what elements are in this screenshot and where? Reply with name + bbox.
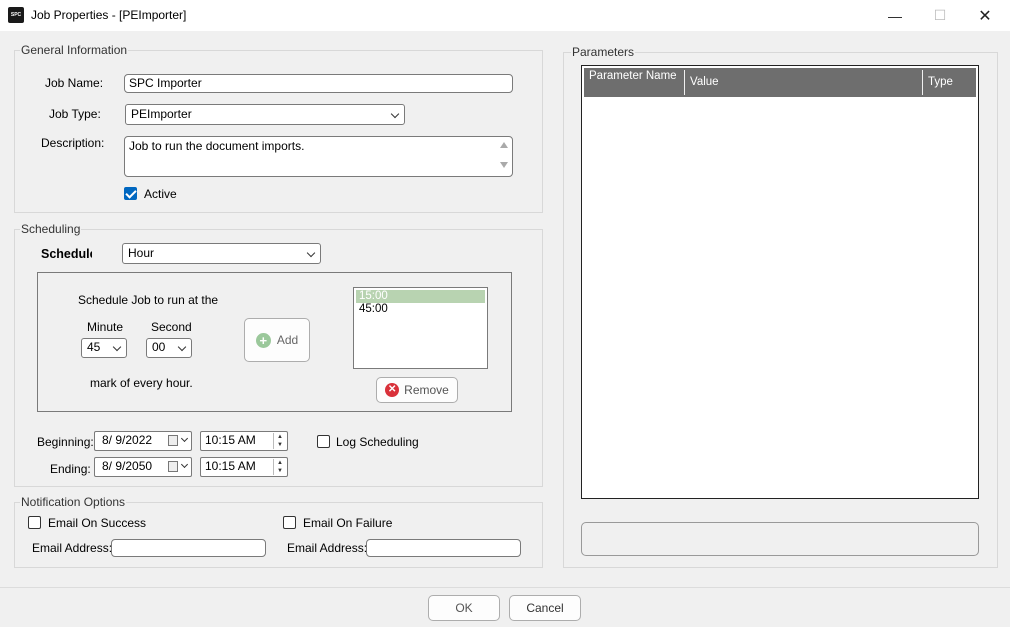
notification-group	[14, 502, 543, 568]
description-label: Description:	[41, 136, 105, 150]
column-header-value[interactable]: Value	[690, 76, 719, 88]
job-name-input[interactable]: SPC Importer	[124, 74, 513, 93]
column-header-type[interactable]: Type	[928, 76, 953, 88]
column-header-parameter-name[interactable]: Parameter Name	[589, 70, 679, 82]
second-value: 00	[152, 340, 166, 354]
maximize-button: ☐	[917, 0, 963, 31]
times-listbox[interactable]: 15:00 45:00	[353, 287, 488, 369]
spin-buttons-icon[interactable]: ▲ ▼	[273, 433, 286, 449]
active-checkbox[interactable]	[124, 187, 137, 200]
time-list-item[interactable]: 45:00	[356, 303, 485, 316]
column-divider	[684, 70, 685, 95]
schedule-value: Hour	[128, 246, 155, 260]
email-on-failure-checkbox[interactable]	[283, 516, 296, 529]
second-label: Second	[151, 320, 192, 334]
email-on-failure-label: Email On Failure	[303, 516, 393, 530]
job-type-value: PEImporter	[131, 107, 192, 121]
ending-date-picker[interactable]: 8/ 9/2050	[94, 457, 192, 477]
time-list-item[interactable]: 15:00	[356, 290, 485, 303]
scroll-down-icon[interactable]	[499, 162, 508, 168]
failure-email-label: Email Address:	[287, 541, 368, 555]
calendar-icon[interactable]	[168, 461, 178, 472]
general-info-legend: General Information	[20, 43, 129, 57]
spin-buttons-icon[interactable]: ▲ ▼	[273, 459, 286, 475]
chevron-down-icon	[177, 342, 187, 352]
schedule-select[interactable]: Hour	[122, 243, 321, 264]
failure-email-input[interactable]	[366, 539, 521, 557]
add-button[interactable]: + Add	[244, 318, 310, 362]
second-select[interactable]: 00	[146, 338, 192, 358]
beginning-time-value: 10:15 AM	[205, 433, 256, 447]
chevron-down-icon	[112, 342, 122, 352]
close-button[interactable]: ✕	[962, 0, 1008, 31]
ok-label: OK	[455, 601, 473, 615]
chevron-down-icon[interactable]	[180, 460, 189, 469]
close-icon: ✕	[978, 7, 992, 25]
log-scheduling-label: Log Scheduling	[336, 435, 419, 449]
beginning-label: Beginning:	[37, 435, 94, 449]
minute-label: Minute	[87, 320, 124, 334]
parameters-grid-header: Parameter Name Value Type	[584, 68, 976, 97]
minimize-button[interactable]: —	[872, 0, 918, 31]
success-email-input[interactable]	[111, 539, 266, 557]
description-text: Job to run the document imports.	[129, 139, 305, 153]
scheduling-legend: Scheduling	[20, 222, 82, 236]
textarea-scrollbar[interactable]	[498, 140, 509, 173]
beginning-date-value: 8/ 9/2022	[102, 433, 153, 447]
chevron-down-icon	[390, 109, 400, 119]
success-email-label: Email Address:	[32, 541, 113, 555]
cancel-button[interactable]: Cancel	[509, 595, 581, 621]
ending-time-picker[interactable]: 10:15 AM ▲ ▼	[200, 457, 288, 477]
run-at-text: Schedule Job to run at the	[78, 293, 219, 307]
app-logo-icon: SPC	[8, 7, 24, 23]
active-label: Active	[144, 187, 177, 201]
minimize-icon: —	[888, 7, 902, 24]
ending-time-value: 10:15 AM	[205, 459, 256, 473]
notification-legend: Notification Options	[20, 495, 127, 509]
remove-circle-icon: ✕	[385, 383, 400, 397]
minute-select[interactable]: 45	[81, 338, 127, 358]
remove-label: Remove	[404, 383, 449, 397]
schedule-label: Schedule	[41, 247, 92, 261]
chevron-down-icon	[306, 248, 316, 258]
description-textarea[interactable]: Job to run the document imports.	[124, 136, 513, 177]
cancel-label: Cancel	[526, 601, 564, 615]
parameter-description-panel	[581, 522, 979, 556]
calendar-icon[interactable]	[168, 435, 178, 446]
beginning-date-picker[interactable]: 8/ 9/2022	[94, 431, 192, 451]
scroll-up-icon[interactable]	[499, 142, 508, 148]
chevron-down-icon[interactable]	[180, 434, 189, 443]
remove-button[interactable]: ✕ Remove	[376, 377, 458, 403]
ending-label: Ending:	[50, 462, 91, 476]
log-scheduling-checkbox[interactable]	[317, 435, 330, 448]
ending-date-value: 8/ 9/2050	[102, 459, 153, 473]
maximize-icon: ☐	[933, 7, 947, 23]
job-name-label: Job Name:	[45, 76, 104, 90]
ok-button[interactable]: OK	[428, 595, 500, 621]
parameters-legend: Parameters	[571, 45, 636, 59]
every-hour-text: mark of every hour.	[90, 376, 193, 390]
email-on-success-checkbox[interactable]	[28, 516, 41, 529]
add-label: Add	[276, 333, 299, 347]
plus-circle-icon: +	[255, 332, 271, 348]
beginning-time-picker[interactable]: 10:15 AM ▲ ▼	[200, 431, 288, 451]
parameters-grid[interactable]: Parameter Name Value Type	[581, 65, 979, 499]
column-divider	[922, 70, 923, 95]
minute-value: 45	[87, 340, 101, 354]
job-type-select[interactable]: PEImporter	[125, 104, 405, 125]
window-title: Job Properties - [PEImporter]	[31, 8, 187, 22]
footer-separator	[0, 587, 1010, 588]
job-type-label: Job Type:	[49, 107, 101, 121]
email-on-success-label: Email On Success	[48, 516, 147, 530]
